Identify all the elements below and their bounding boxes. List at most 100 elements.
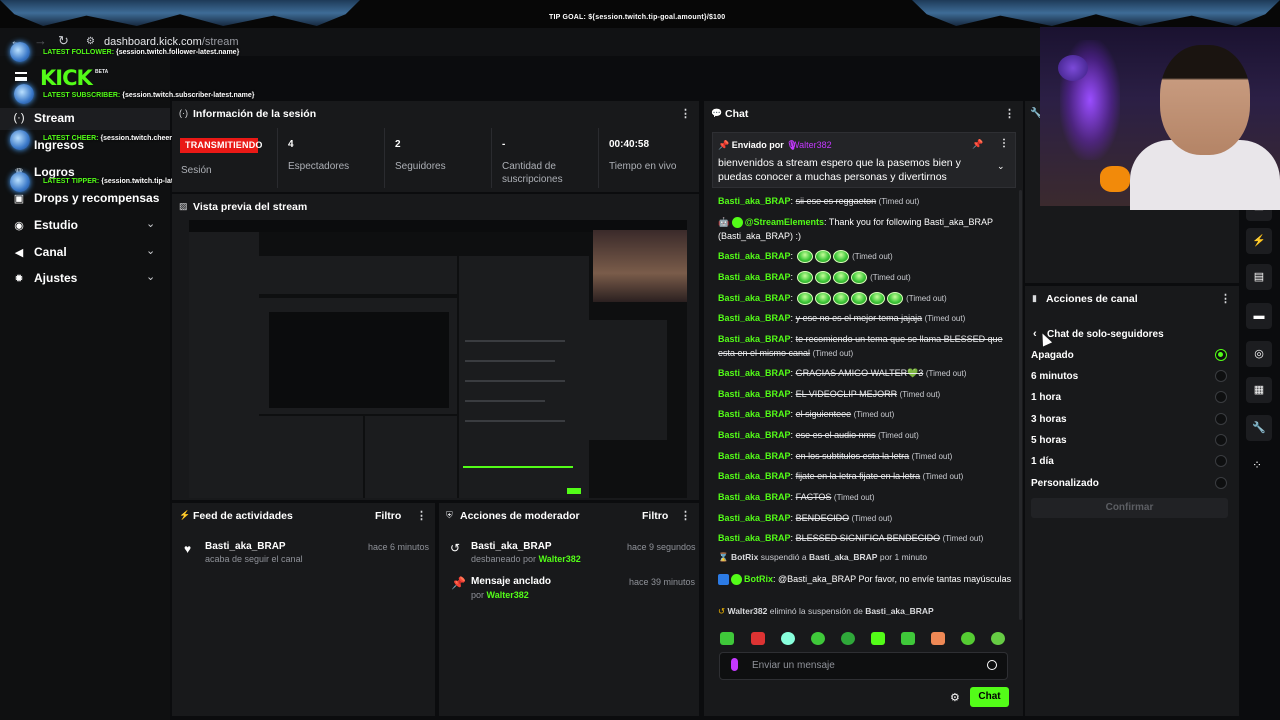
radio-5-horas[interactable]: [1215, 434, 1227, 446]
chat-user[interactable]: Basti_aka_BRAP: [718, 513, 791, 523]
chevron-down-icon[interactable]: ⌄: [997, 161, 1005, 172]
chat-user[interactable]: Basti_aka_BRAP: [718, 334, 791, 344]
pinned-user[interactable]: Walter382: [791, 140, 832, 150]
emote-icon[interactable]: [751, 632, 765, 645]
chat-user[interactable]: Basti_aka_BRAP: [718, 492, 791, 502]
chat-message[interactable]: Basti_aka_BRAP: te recomiendo un tema qu…: [718, 332, 1014, 361]
sidebar-item-canal[interactable]: ◀ Canal ⌄: [0, 242, 170, 264]
chat-user[interactable]: Basti_aka_BRAP: [718, 533, 791, 543]
chat-user[interactable]: Basti_aka_BRAP: [718, 251, 791, 261]
sidebar-item-drops[interactable]: ▣ Drops y recompensas: [0, 188, 170, 210]
option-3-horas[interactable]: 3 horas: [1031, 414, 1067, 425]
chat-message[interactable]: Basti_aka_BRAP: y ese no es el mejor tem…: [718, 311, 1014, 326]
chat-message[interactable]: Basti_aka_BRAP: fijate en la letra fijat…: [718, 469, 1014, 484]
chat-scrollbar[interactable]: [1019, 190, 1022, 620]
radio-3-horas[interactable]: [1215, 413, 1227, 425]
chat-user[interactable]: Basti_aka_BRAP: [718, 471, 791, 481]
chat-user[interactable]: Basti_aka_BRAP: [718, 272, 791, 282]
chat-user[interactable]: Basti_aka_BRAP: [718, 451, 791, 461]
clipboard-icon[interactable]: ▤: [1246, 264, 1272, 290]
radio-apagado[interactable]: [1215, 349, 1227, 361]
layout-icon[interactable]: ▦: [1246, 377, 1272, 403]
chat-message[interactable]: Basti_aka_BRAP: el siguienteee (Timed ou…: [718, 407, 1014, 422]
filter-button[interactable]: Filtro: [642, 510, 668, 522]
chat-user[interactable]: Basti_aka_BRAP: [718, 389, 791, 399]
url-text[interactable]: dashboard.kick.com/stream: [104, 36, 239, 48]
lightning-icon[interactable]: ⚡: [1246, 228, 1272, 254]
emote-icon[interactable]: [901, 632, 915, 645]
chat-message[interactable]: 🤖 @StreamElements: Thank you for followi…: [718, 215, 1014, 243]
sidebar-item-ajustes[interactable]: ✹ Ajustes ⌄: [0, 268, 170, 290]
emote-icon[interactable]: [931, 632, 945, 645]
chat-user[interactable]: Basti_aka_BRAP: [718, 430, 791, 440]
microphone-icon[interactable]: [731, 658, 738, 671]
chat-user[interactable]: Basti_aka_BRAP: [718, 313, 791, 323]
menu-icon[interactable]: [15, 72, 27, 81]
option-1-hora[interactable]: 1 hora: [1031, 392, 1061, 403]
option-personalizado[interactable]: Personalizado: [1031, 478, 1099, 489]
chat-user[interactable]: Basti_aka_BRAP: [718, 368, 791, 378]
emote-icon[interactable]: [871, 632, 885, 645]
chat-user[interactable]: @StreamElements: [745, 217, 824, 227]
more-options-icon[interactable]: ⋮: [416, 509, 427, 522]
emote-icon[interactable]: [781, 632, 795, 645]
emote-icon[interactable]: [961, 632, 975, 645]
sidebar-item-estudio[interactable]: ◉ Estudio ⌄: [0, 215, 170, 237]
radio-1-hora[interactable]: [1215, 391, 1227, 403]
filter-button[interactable]: Filtro: [375, 510, 401, 522]
reload-icon[interactable]: ↻: [58, 33, 69, 49]
chat-message[interactable]: Basti_aka_BRAP: en los subtitulos esta l…: [718, 449, 1014, 464]
radio-1-dia[interactable]: [1215, 455, 1227, 467]
more-options-icon[interactable]: ⋮: [1004, 107, 1015, 120]
chat-bubble-icon[interactable]: ▬: [1246, 303, 1272, 329]
radio-personalizado[interactable]: [1215, 477, 1227, 489]
more-options-icon[interactable]: ⋮: [1220, 292, 1231, 305]
chat-message[interactable]: Basti_aka_BRAP: BLESSED SIGNIFICA BENDEC…: [718, 531, 1014, 546]
emote-icon[interactable]: [991, 632, 1005, 645]
chat-message-bot[interactable]: BotRix: @Basti_aka_BRAP Por favor, no en…: [718, 572, 1014, 586]
chat-message[interactable]: Basti_aka_BRAP: GRACIAS AMIGO WALTER💚3 (…: [718, 366, 1014, 381]
mod-actor[interactable]: Walter382: [539, 554, 581, 564]
chat-user[interactable]: Basti_aka_BRAP: [718, 196, 791, 206]
option-apagado[interactable]: Apagado: [1031, 350, 1074, 361]
chat-message[interactable]: Basti_aka_BRAP: (Timed out): [718, 249, 1014, 264]
option-1-dia[interactable]: 1 día: [1031, 456, 1054, 467]
broadcast-icon[interactable]: ◎: [1246, 341, 1272, 367]
send-chat-button[interactable]: Chat: [970, 687, 1009, 707]
more-options-icon[interactable]: ⋮: [680, 509, 691, 522]
mod-actor[interactable]: Walter382: [487, 590, 529, 600]
chat-settings-icon[interactable]: ⚙: [950, 691, 960, 704]
chat-user[interactable]: BotRix: [744, 574, 773, 584]
confirm-button[interactable]: Confirmar: [1031, 498, 1228, 518]
chat-message[interactable]: Basti_aka_BRAP: FACTOS (Timed out): [718, 490, 1014, 505]
chat-message[interactable]: Basti_aka_BRAP: ese es el audio nms (Tim…: [718, 428, 1014, 443]
mod-target[interactable]: Mensaje anclado: [471, 576, 551, 587]
feed-user[interactable]: Basti_aka_BRAP: [205, 541, 286, 552]
kick-logo[interactable]: KICK: [40, 66, 93, 90]
chat-message[interactable]: Basti_aka_BRAP: (Timed out): [718, 291, 1014, 306]
chat-message[interactable]: Basti_aka_BRAP: EL VIDEOCLIP MEJORR (Tim…: [718, 387, 1014, 402]
more-options-icon[interactable]: ⋮: [680, 107, 691, 120]
back-arrow-icon[interactable]: ‹: [1033, 328, 1037, 340]
sys-actor[interactable]: Walter382: [728, 606, 768, 616]
option-6-minutos[interactable]: 6 minutos: [1031, 371, 1078, 382]
emote-icon[interactable]: [841, 632, 855, 645]
chat-user[interactable]: Basti_aka_BRAP: [718, 409, 791, 419]
option-5-horas[interactable]: 5 horas: [1031, 435, 1067, 446]
sys-target[interactable]: Basti_aka_BRAP: [865, 606, 934, 616]
forward-icon[interactable]: →: [34, 33, 47, 48]
mod-target[interactable]: Basti_aka_BRAP: [471, 541, 552, 552]
stream-preview-video[interactable]: [189, 220, 687, 498]
wrench-icon[interactable]: 🔧: [1246, 415, 1272, 441]
chat-message[interactable]: Basti_aka_BRAP: (Timed out): [718, 270, 1014, 285]
pinned-more-icon[interactable]: ⋮: [999, 138, 1009, 149]
radio-6-minutos[interactable]: [1215, 370, 1227, 382]
unpin-icon[interactable]: 📌: [972, 139, 983, 150]
sidebar-item-stream[interactable]: (·) Stream: [0, 108, 170, 130]
chat-message[interactable]: Basti_aka_BRAP: sii ese es reggaeton (Ti…: [718, 194, 1014, 209]
emote-icon[interactable]: [720, 632, 734, 645]
sys-target[interactable]: Basti_aka_BRAP: [809, 552, 878, 562]
emoji-picker-icon[interactable]: [987, 660, 997, 670]
emote-icon[interactable]: [811, 632, 825, 645]
sys-actor[interactable]: BotRix: [731, 552, 758, 562]
